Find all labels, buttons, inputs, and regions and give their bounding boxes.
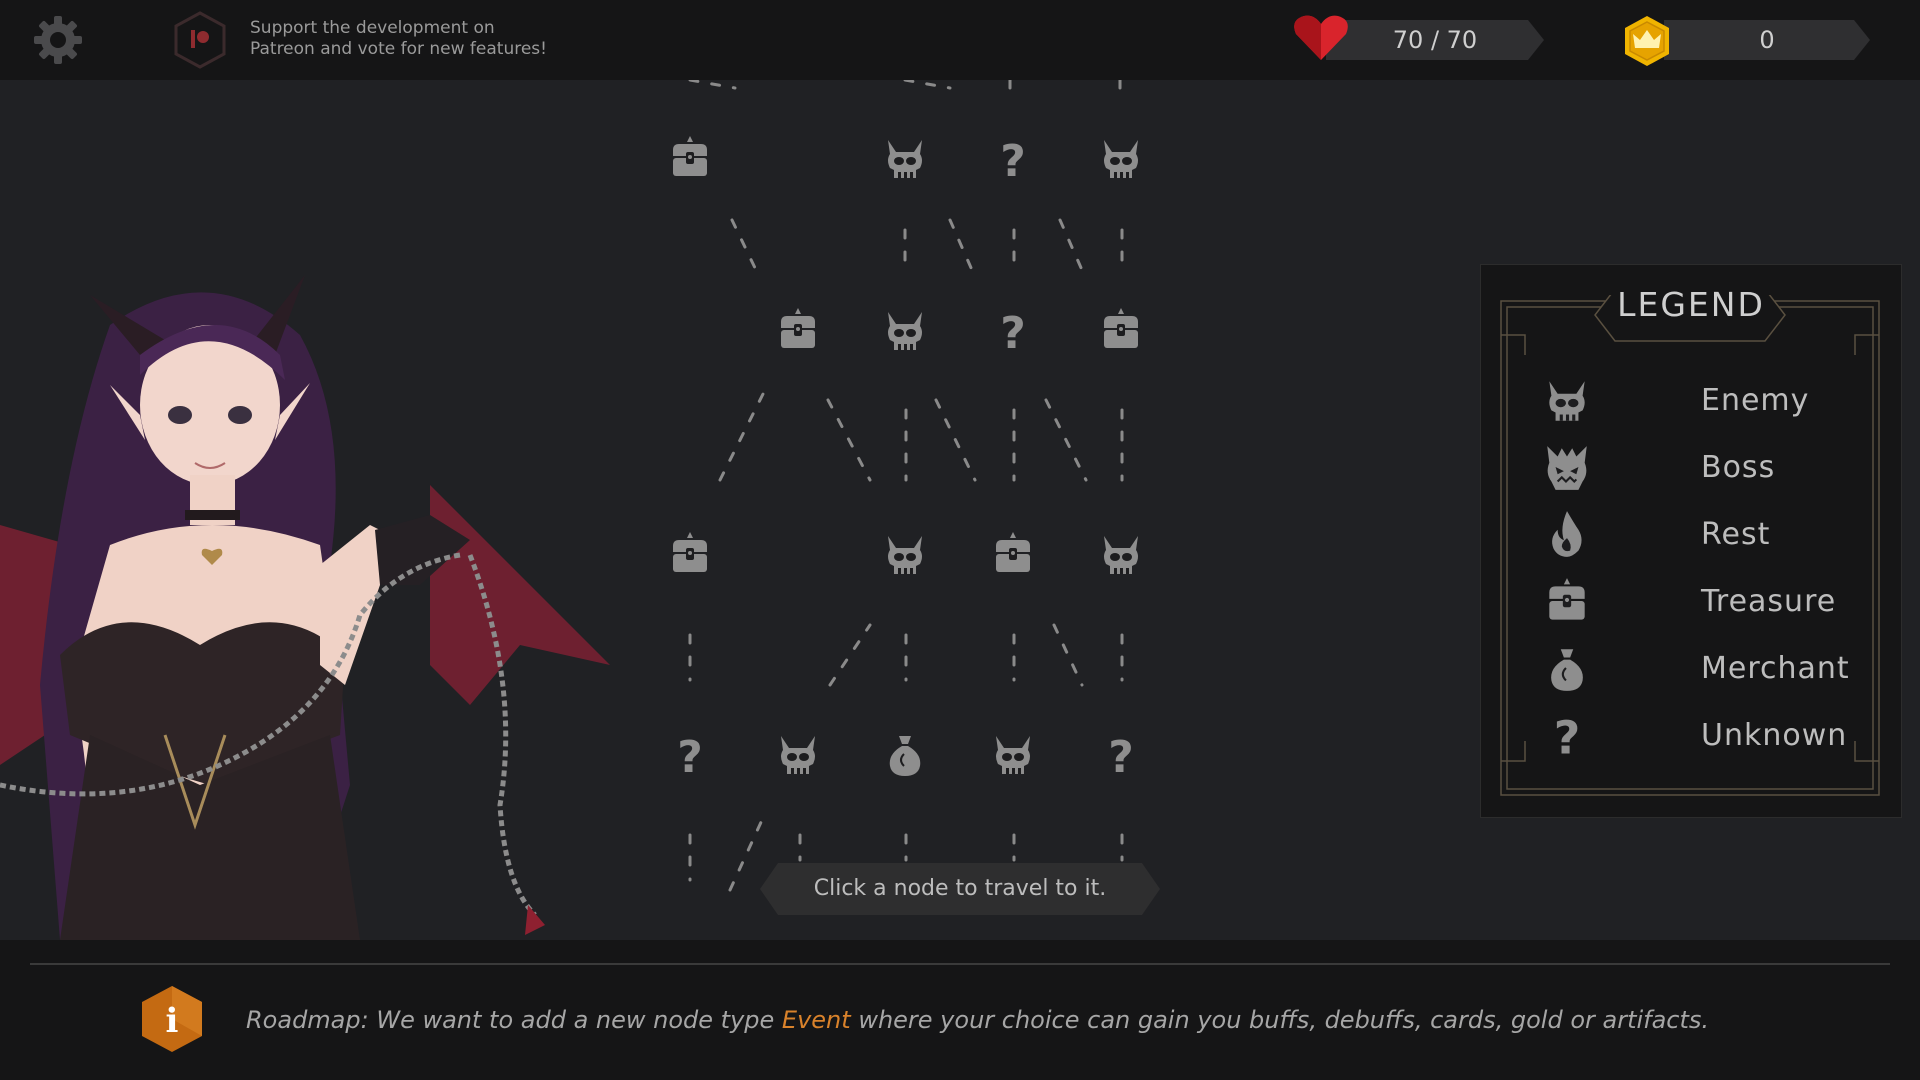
patreon-text-line2: Patreon and vote for new features! bbox=[250, 39, 547, 59]
map-node-enemy[interactable] bbox=[1098, 134, 1144, 184]
map-node-treasure[interactable] bbox=[667, 134, 713, 184]
map-node-unknown[interactable] bbox=[990, 134, 1036, 184]
legend-label-treasure: Treasure bbox=[1701, 584, 1837, 619]
legend-label-rest: Rest bbox=[1701, 517, 1771, 552]
map-node-treasure[interactable] bbox=[667, 530, 713, 580]
map-node-enemy[interactable] bbox=[882, 134, 928, 184]
crown-coin-icon bbox=[1620, 14, 1674, 68]
legend-panel: LEGEND Enemy Boss Rest Treasure Merchant… bbox=[1480, 264, 1902, 818]
health-bar: 70 / 70 bbox=[1326, 20, 1544, 60]
legend-label-enemy: Enemy bbox=[1701, 383, 1810, 418]
legend-item-treasure: Treasure bbox=[1541, 574, 1871, 630]
demon-girl-character-art bbox=[0, 265, 620, 940]
gold-bar: 0 bbox=[1664, 20, 1870, 60]
roadmap-text-after: where your choice can gain you buffs, de… bbox=[850, 1006, 1710, 1034]
legend-item-rest: Rest bbox=[1541, 507, 1871, 563]
bottom-info-bar: i Roadmap: We want to add a new node typ… bbox=[0, 940, 1920, 1080]
legend-title: LEGEND bbox=[1617, 285, 1765, 324]
map-node-unknown[interactable] bbox=[667, 730, 713, 780]
legend-item-merchant: Merchant bbox=[1541, 641, 1871, 697]
treasure-icon bbox=[1541, 576, 1593, 628]
roadmap-message: Roadmap: We want to add a new node type … bbox=[246, 1006, 1896, 1034]
legend-label-boss: Boss bbox=[1701, 450, 1776, 485]
rest-icon bbox=[1541, 509, 1593, 561]
map-node-unknown[interactable] bbox=[990, 306, 1036, 356]
legend-label-unknown: Unknown bbox=[1701, 718, 1848, 753]
roadmap-text-before: Roadmap: We want to add a new node type bbox=[246, 1006, 782, 1034]
merchant-icon bbox=[1541, 643, 1593, 695]
patreon-text-line1: Support the development on bbox=[250, 18, 495, 38]
svg-text:i: i bbox=[166, 1001, 179, 1041]
legend-item-enemy: Enemy bbox=[1541, 373, 1871, 429]
map-node-treasure[interactable] bbox=[775, 306, 821, 356]
roadmap-highlight: Event bbox=[781, 1006, 851, 1034]
legend-label-merchant: Merchant bbox=[1701, 651, 1850, 686]
unknown-icon bbox=[1541, 710, 1593, 762]
divider bbox=[30, 963, 1890, 965]
gear-icon[interactable] bbox=[32, 14, 84, 66]
map-node-enemy[interactable] bbox=[990, 730, 1036, 780]
legend-item-boss: Boss bbox=[1541, 440, 1871, 496]
map-node-enemy[interactable] bbox=[882, 306, 928, 356]
travel-hint: Click a node to travel to it. bbox=[760, 863, 1160, 915]
info-icon[interactable]: i bbox=[140, 984, 204, 1054]
map-node-enemy[interactable] bbox=[1098, 530, 1144, 580]
gold-value: 0 bbox=[1759, 26, 1775, 54]
map-node-merchant[interactable] bbox=[882, 730, 928, 780]
map-node-enemy[interactable] bbox=[775, 730, 821, 780]
legend-item-unknown: Unknown bbox=[1541, 708, 1871, 764]
heart-icon bbox=[1292, 10, 1350, 64]
enemy-icon bbox=[1541, 375, 1593, 427]
top-bar: Support the development on Patreon and v… bbox=[0, 0, 1920, 80]
map-node-treasure[interactable] bbox=[990, 530, 1036, 580]
map-node-unknown[interactable] bbox=[1098, 730, 1144, 780]
patreon-icon[interactable] bbox=[172, 10, 228, 70]
map-node-enemy[interactable] bbox=[882, 530, 928, 580]
map-node-treasure[interactable] bbox=[1098, 306, 1144, 356]
boss-icon bbox=[1541, 442, 1593, 494]
patreon-support-link[interactable]: Support the development on Patreon and v… bbox=[250, 18, 610, 60]
health-value: 70 / 70 bbox=[1392, 26, 1478, 54]
